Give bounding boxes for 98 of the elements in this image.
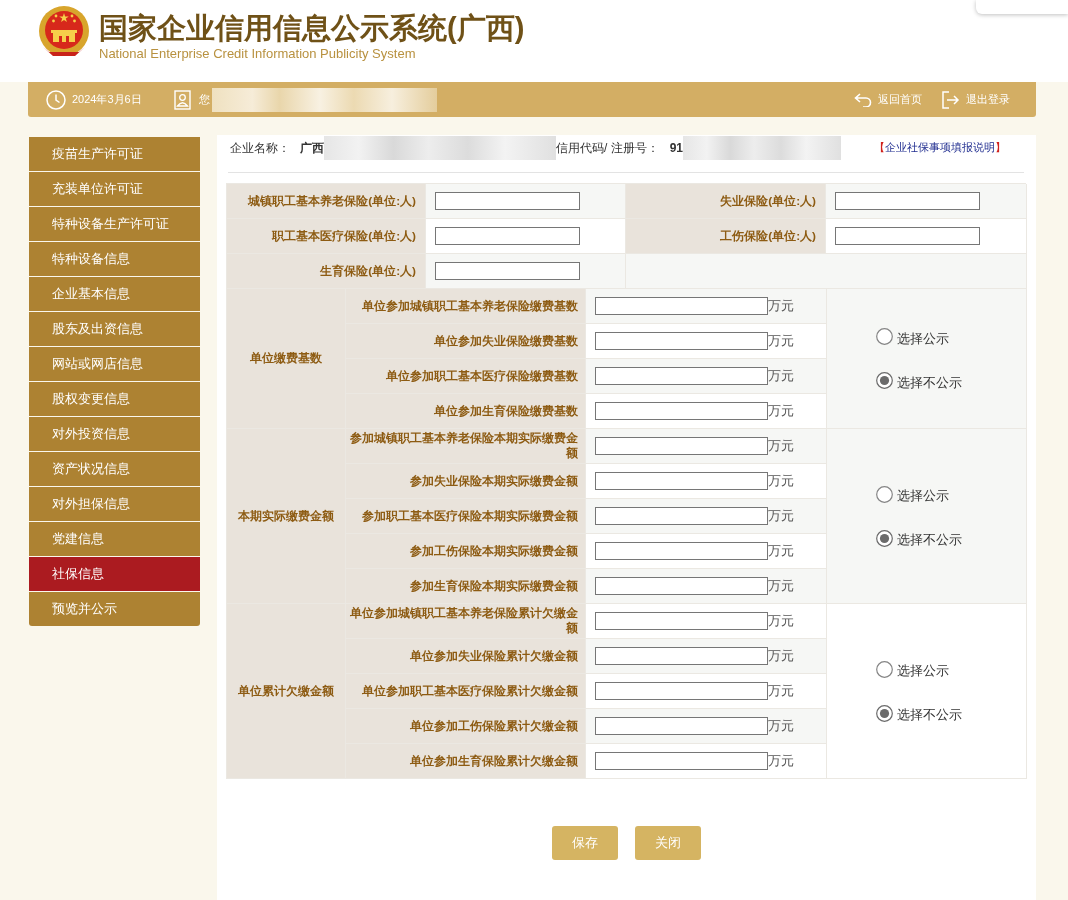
sidebar-item[interactable]: 企业基本信息: [29, 277, 200, 311]
user-icon: [173, 89, 191, 110]
field-label: 单位参加城镇职工基本养老保险缴费基数: [346, 289, 586, 324]
unit-text: 万元: [768, 472, 794, 490]
save-button[interactable]: 保存: [551, 826, 618, 860]
input-field[interactable]: [435, 262, 580, 280]
sidebar-item[interactable]: 特种设备信息: [29, 242, 200, 276]
unit-text: 万元: [768, 752, 794, 770]
input-field[interactable]: [595, 682, 768, 700]
field-label: 单位参加城镇职工基本养老保险累计欠缴金额: [346, 604, 586, 639]
input-field[interactable]: [595, 717, 768, 735]
sidebar-item[interactable]: 股东及出资信息: [29, 312, 200, 346]
home-link[interactable]: 返回首页: [878, 92, 922, 107]
field-label: 单位参加失业保险累计欠缴金额: [346, 639, 586, 674]
field-label: 单位参加职工基本医疗保险缴费基数: [346, 359, 586, 394]
site-title: 国家企业信用信息公示系统(广西): [99, 11, 525, 45]
input-field[interactable]: [595, 472, 768, 490]
radio-button[interactable]: [876, 704, 893, 722]
option-label: 选择不公示: [897, 706, 962, 724]
close-button[interactable]: 关闭: [634, 826, 701, 860]
unit-text: 万元: [768, 612, 794, 630]
input-field[interactable]: [595, 367, 768, 385]
input-field[interactable]: [595, 577, 768, 595]
unit-text: 万元: [768, 297, 794, 315]
sidebar-item[interactable]: 网站或网店信息: [29, 347, 200, 381]
option-label: 选择不公示: [897, 373, 962, 392]
field-label: 城镇职工基本养老保险(单位:人): [227, 184, 426, 219]
credit-code-label: 信用代码/ 注册号：: [556, 139, 659, 157]
field-label: 参加生育保险本期实际缴费金额: [346, 569, 586, 604]
sidebar-item[interactable]: 特种设备生产许可证: [29, 207, 200, 241]
clock-icon: [46, 89, 66, 110]
field-label: 单位参加职工基本医疗保险累计欠缴金额: [346, 674, 586, 709]
help-link[interactable]: 【企业社保事项填报说明】: [874, 141, 1006, 155]
field-label: 单位参加工伤保险累计欠缴金额: [346, 709, 586, 744]
field-label: 参加工伤保险本期实际缴费金额: [346, 534, 586, 569]
field-label: 生育保险(单位:人): [227, 254, 426, 289]
input-field[interactable]: [595, 542, 768, 560]
field-label: 参加失业保险本期实际缴费金额: [346, 464, 586, 499]
field-label: 单位参加生育保险累计欠缴金额: [346, 744, 586, 779]
credit-code-value: 91: [669, 141, 684, 155]
radio-button[interactable]: [876, 372, 893, 389]
field-label: 单位参加生育保险缴费基数: [346, 394, 586, 429]
sidebar-item[interactable]: 资产状况信息: [29, 452, 200, 486]
group-label: 单位缴费基数: [227, 289, 346, 429]
option-label: 选择公示: [897, 329, 949, 348]
field-label: 参加职工基本医疗保险本期实际缴费金额: [346, 499, 586, 534]
unit-text: 万元: [768, 507, 794, 525]
group-label: 本期实际缴费金额: [227, 429, 346, 604]
back-arrow-icon: [854, 92, 872, 107]
input-field[interactable]: [595, 437, 768, 455]
company-name-value: 广西: [300, 139, 324, 157]
logout-link[interactable]: 退出登录: [966, 92, 1010, 107]
sidebar-item[interactable]: 疫苗生产许可证: [29, 137, 200, 171]
input-field[interactable]: [595, 332, 768, 350]
exit-icon: [942, 90, 960, 109]
radio-button[interactable]: [876, 660, 893, 678]
greeting-text: 您: [198, 92, 210, 107]
unit-text: 万元: [768, 367, 794, 385]
option-label: 选择不公示: [897, 531, 962, 549]
field-label: 参加城镇职工基本养老保险本期实际缴费金额: [346, 429, 586, 464]
field-label: 职工基本医疗保险(单位:人): [227, 219, 426, 254]
field-label: 工伤保险(单位:人): [626, 219, 826, 254]
input-field[interactable]: [595, 507, 768, 525]
sidebar-item[interactable]: 社保信息: [29, 557, 200, 591]
radio-button[interactable]: [876, 328, 893, 345]
field-label: 单位参加失业保险缴费基数: [346, 324, 586, 359]
input-field[interactable]: [595, 612, 768, 630]
unit-text: 万元: [768, 402, 794, 420]
unit-text: 万元: [768, 437, 794, 455]
sidebar-item[interactable]: 股权变更信息: [29, 382, 200, 416]
unit-text: 万元: [768, 332, 794, 350]
company-name-label: 企业名称：: [230, 139, 290, 157]
input-field[interactable]: [595, 752, 768, 770]
unit-text: 万元: [768, 647, 794, 665]
input-field[interactable]: [595, 297, 768, 315]
input-field[interactable]: [835, 227, 980, 245]
input-field[interactable]: [835, 192, 980, 210]
radio-button[interactable]: [876, 485, 893, 503]
sidebar-item[interactable]: 党建信息: [29, 522, 200, 556]
group-label: 单位累计欠缴金额: [227, 604, 346, 779]
sidebar-item[interactable]: 对外投资信息: [29, 417, 200, 451]
site-subtitle: National Enterprise Credit Information Publicity System: [99, 46, 417, 62]
input-field[interactable]: [435, 227, 580, 245]
input-field[interactable]: [595, 647, 768, 665]
sidebar-item[interactable]: 预览并公示: [29, 592, 200, 626]
unit-text: 万元: [768, 682, 794, 700]
unit-text: 万元: [768, 542, 794, 560]
sidebar-item[interactable]: 充装单位许可证: [29, 172, 200, 206]
input-field[interactable]: [435, 192, 580, 210]
unit-text: 万元: [768, 717, 794, 735]
unit-text: 万元: [768, 577, 794, 595]
radio-button[interactable]: [876, 529, 893, 547]
input-field[interactable]: [595, 402, 768, 420]
option-label: 选择公示: [897, 662, 949, 680]
field-label: 失业保险(单位:人): [626, 184, 826, 219]
date-text: 2024年3月6日: [72, 92, 142, 107]
sidebar-item[interactable]: 对外担保信息: [29, 487, 200, 521]
option-label: 选择公示: [897, 487, 949, 505]
